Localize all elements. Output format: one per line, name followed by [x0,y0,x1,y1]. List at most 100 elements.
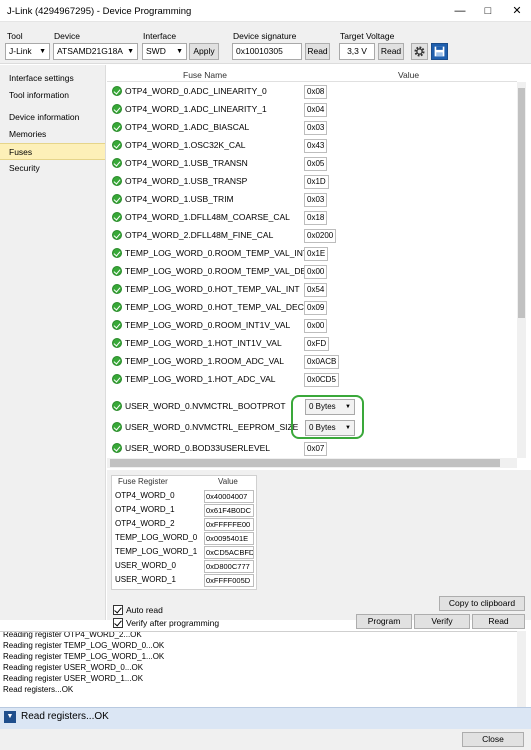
nav-device-information[interactable]: Device information [0,109,105,126]
fuse-value-input[interactable]: 0x05 [304,157,328,171]
apply-button[interactable]: Apply [189,43,219,60]
close-window-button[interactable]: ✕ [503,0,531,22]
fuse-value-input[interactable]: 0x0ACB [304,355,340,369]
fuse-name: OTP4_WORD_0.ADC_LINEARITY_0 [125,86,267,96]
highlight-annotation [291,395,364,439]
fuse-value-input[interactable]: 0x1E [304,247,329,261]
check-circle-icon [112,104,122,114]
save-button[interactable] [431,43,448,60]
copy-to-clipboard-button[interactable]: Copy to clipboard [439,596,525,611]
fuse-row: OTP4_WORD_1.DFLL48M_COARSE_CAL 0x18 [112,209,512,227]
fuse-row: OTP4_WORD_1.OSC32K_CAL 0x43 [112,137,512,155]
device-select[interactable]: ATSAMD21G18A ▼ [53,43,138,60]
register-value-input[interactable]: 0xCD5ACBFD [204,546,254,559]
fuse-value-input[interactable]: 0x54 [304,283,328,297]
fuse-name: TEMP_LOG_WORD_0.ROOM_INT1V_VAL [125,320,291,330]
verify-button[interactable]: Verify [414,614,470,629]
fuse-horizontal-scroll-thumb[interactable] [110,459,500,467]
chevron-down-icon[interactable]: ▼ [4,711,16,723]
register-value-input[interactable]: 0xFFFF005D [204,574,254,587]
check-circle-icon [112,302,122,312]
log-panel[interactable]: Reading register OTP4_WORD_2...OK Readin… [0,631,517,707]
fuse-name: OTP4_WORD_1.USB_TRANSN [125,158,248,168]
log-scrollbar[interactable] [517,631,526,707]
fuse-value-input[interactable]: 0x0200 [304,229,337,243]
auto-read-checkbox[interactable] [113,605,123,615]
fuse-row: TEMP_LOG_WORD_0.ROOM_TEMP_VAL_DEC 0x00 [112,263,512,281]
fuse-value-input[interactable]: 0x1D [304,175,329,189]
fuse-vertical-scroll-thumb[interactable] [518,88,525,318]
fuse-name: OTP4_WORD_1.ADC_BIASCAL [125,122,250,132]
nav-security[interactable]: Security [0,160,105,177]
check-circle-icon [112,443,122,453]
fuse-name: TEMP_LOG_WORD_1.HOT_INT1V_VAL [125,338,282,348]
fuse-row: OTP4_WORD_2.DFLL48M_FINE_CAL 0x0200 [112,227,512,245]
log-line: Reading register USER_WORD_1...OK [3,674,144,683]
fuse-name: USER_WORD_0.NVMCTRL_EEPROM_SIZE [125,422,299,432]
register-name: TEMP_LOG_WORD_0 [115,533,198,542]
register-row: TEMP_LOG_WORD_0 0x0095401E [114,532,256,546]
fuse-row: TEMP_LOG_WORD_1.HOT_INT1V_VAL 0xFD [112,335,512,353]
signature-read-button[interactable]: Read [305,43,330,60]
register-value-input[interactable]: 0xFFFFFE00 [204,518,254,531]
fuse-value-input[interactable]: 0x03 [304,121,328,135]
fuse-row: TEMP_LOG_WORD_0.ROOM_TEMP_VAL_INT 0x1E [112,245,512,263]
verify-after-checkbox[interactable] [113,618,123,628]
fuse-row: OTP4_WORD_0.ADC_LINEARITY_0 0x08 [112,83,512,101]
fuse-row: USER_WORD_0.BOD33USERLEVEL 0x07 [112,440,512,458]
nav-fuses[interactable]: Fuses [0,143,105,160]
fuse-row: OTP4_WORD_1.USB_TRIM 0x03 [112,191,512,209]
fuse-value-input[interactable]: 0x04 [304,103,328,117]
fuse-value-input[interactable]: 0x00 [304,265,328,279]
log-line: Reading register TEMP_LOG_WORD_0...OK [3,641,165,650]
check-circle-icon [112,338,122,348]
fuse-value-header: Value [398,70,420,80]
register-row: OTP4_WORD_0 0x40004007 [114,490,256,504]
close-button[interactable]: Close [462,732,524,747]
fuse-name: OTP4_WORD_1.OSC32K_CAL [125,140,246,150]
fuse-value-input[interactable]: 0x43 [304,139,328,153]
register-value-input[interactable]: 0xD800C777 [204,560,254,573]
fuse-value-input[interactable]: 0x09 [304,301,328,315]
log-line: Reading register USER_WORD_0...OK [3,663,144,672]
fuse-value-input[interactable]: 0x03 [304,193,328,207]
interface-select[interactable]: SWD ▼ [142,43,187,60]
window-title: J-Link (4294967295) - Device Programming [7,6,192,17]
fuse-name: OTP4_WORD_2.DFLL48M_FINE_CAL [125,230,274,240]
title-bar: J-Link (4294967295) - Device Programming… [0,0,531,22]
fuse-value-input[interactable]: 0x18 [304,211,328,225]
auto-read-label: Auto read [126,605,163,615]
fuse-row: TEMP_LOG_WORD_1.HOT_ADC_VAL 0x0CD5 [112,371,512,389]
check-circle-icon [112,422,122,432]
register-value-input[interactable]: 0x61F4B0DC [204,504,254,517]
fuse-row: OTP4_WORD_1.USB_TRANSN 0x05 [112,155,512,173]
fuse-row: TEMP_LOG_WORD_0.HOT_TEMP_VAL_INT 0x54 [112,281,512,299]
check-circle-icon [112,374,122,384]
nav-interface-settings[interactable]: Interface settings [0,70,105,87]
tool-select[interactable]: J-Link ▼ [5,43,50,60]
register-value-input[interactable]: 0x40004007 [204,490,254,503]
fuse-name: OTP4_WORD_1.ADC_LINEARITY_1 [125,104,267,114]
check-circle-icon [112,122,122,132]
nav-memories[interactable]: Memories [0,126,105,143]
fuse-value-input[interactable]: 0x07 [304,442,328,456]
fuse-row: OTP4_WORD_1.ADC_LINEARITY_1 0x04 [112,101,512,119]
register-row: OTP4_WORD_1 0x61F4B0DC [114,504,256,518]
fuse-row: OTP4_WORD_1.USB_TRANSP 0x1D [112,173,512,191]
check-circle-icon [112,320,122,330]
settings-button[interactable] [411,43,428,60]
nav-tool-information[interactable]: Tool information [0,87,105,104]
program-button[interactable]: Program [356,614,412,629]
register-value-header: Value [218,477,238,486]
fuse-value-input[interactable]: 0xFD [304,337,330,351]
register-value-input[interactable]: 0x0095401E [204,532,254,545]
fuse-value-input[interactable]: 0x00 [304,319,328,333]
voltage-read-button[interactable]: Read [378,43,404,60]
fuse-grid-header: Fuse Name Value [107,68,517,82]
maximize-button[interactable]: □ [474,0,502,22]
fuse-value-input[interactable]: 0x08 [304,85,328,99]
read-button[interactable]: Read [472,614,525,629]
minimize-button[interactable]: — [446,0,474,22]
register-row: OTP4_WORD_2 0xFFFFFE00 [114,518,256,532]
fuse-value-input[interactable]: 0x0CD5 [304,373,339,387]
